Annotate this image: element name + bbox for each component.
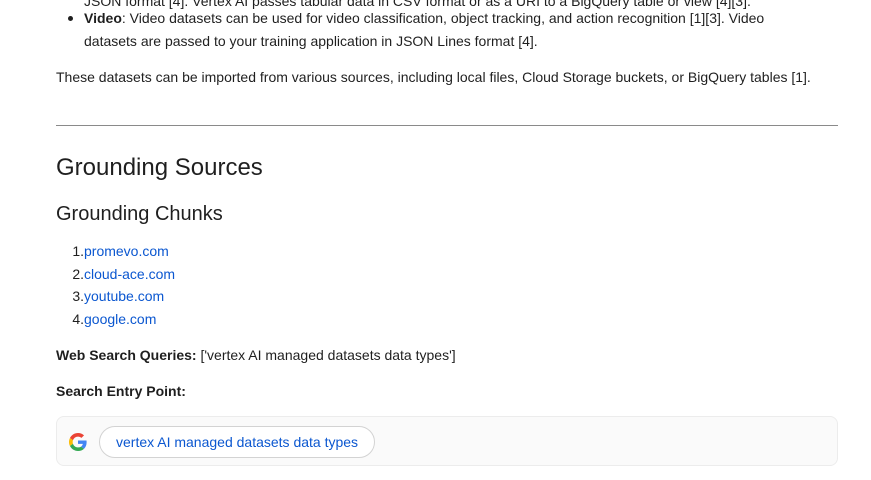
import-sources-paragraph: These datasets can be imported from vari… (56, 69, 811, 85)
chunk-link-google[interactable]: google.com (84, 311, 156, 327)
list-number: 1. (72, 243, 84, 259)
web-search-queries-label: Web Search Queries: (56, 347, 197, 363)
list-item: 1.promevo.com (56, 240, 175, 263)
web-search-queries: Web Search Queries: ['vertex AI managed … (56, 344, 456, 366)
video-bullet-text: Video: Video datasets can be used for vi… (84, 7, 816, 53)
list-item: 3.youtube.com (56, 285, 175, 308)
horizontal-rule (56, 125, 838, 126)
grounding-chunks-list: 1.promevo.com 2.cloud-ace.com 3.youtube.… (56, 240, 175, 331)
chunk-link-promevo[interactable]: promevo.com (84, 243, 169, 259)
search-suggestion-chip[interactable]: vertex AI managed datasets data types (99, 426, 376, 458)
grounding-sources-heading: Grounding Sources (56, 154, 263, 181)
chunk-link-youtube[interactable]: youtube.com (84, 288, 164, 304)
video-description: : Video datasets can be used for video c… (84, 10, 765, 49)
video-bullet: Video: Video datasets can be used for vi… (56, 7, 816, 53)
list-number: 2. (72, 265, 84, 282)
web-search-queries-value: ['vertex AI managed datasets data types'… (196, 347, 456, 363)
video-label: Video (84, 10, 122, 26)
list-item: 2.cloud-ace.com (56, 263, 175, 286)
search-entry-point-label: Search Entry Point: (56, 383, 186, 399)
list-item: 4.google.com (56, 308, 175, 331)
bullet-dot (68, 16, 73, 21)
list-number: 3. (72, 288, 84, 305)
list-number: 4. (72, 311, 84, 328)
chunk-link-cloud-ace[interactable]: cloud-ace.com (84, 266, 175, 282)
google-logo-icon (69, 433, 87, 451)
search-entry-point-box: vertex AI managed datasets data types (56, 416, 838, 466)
grounding-chunks-heading: Grounding Chunks (56, 203, 223, 225)
